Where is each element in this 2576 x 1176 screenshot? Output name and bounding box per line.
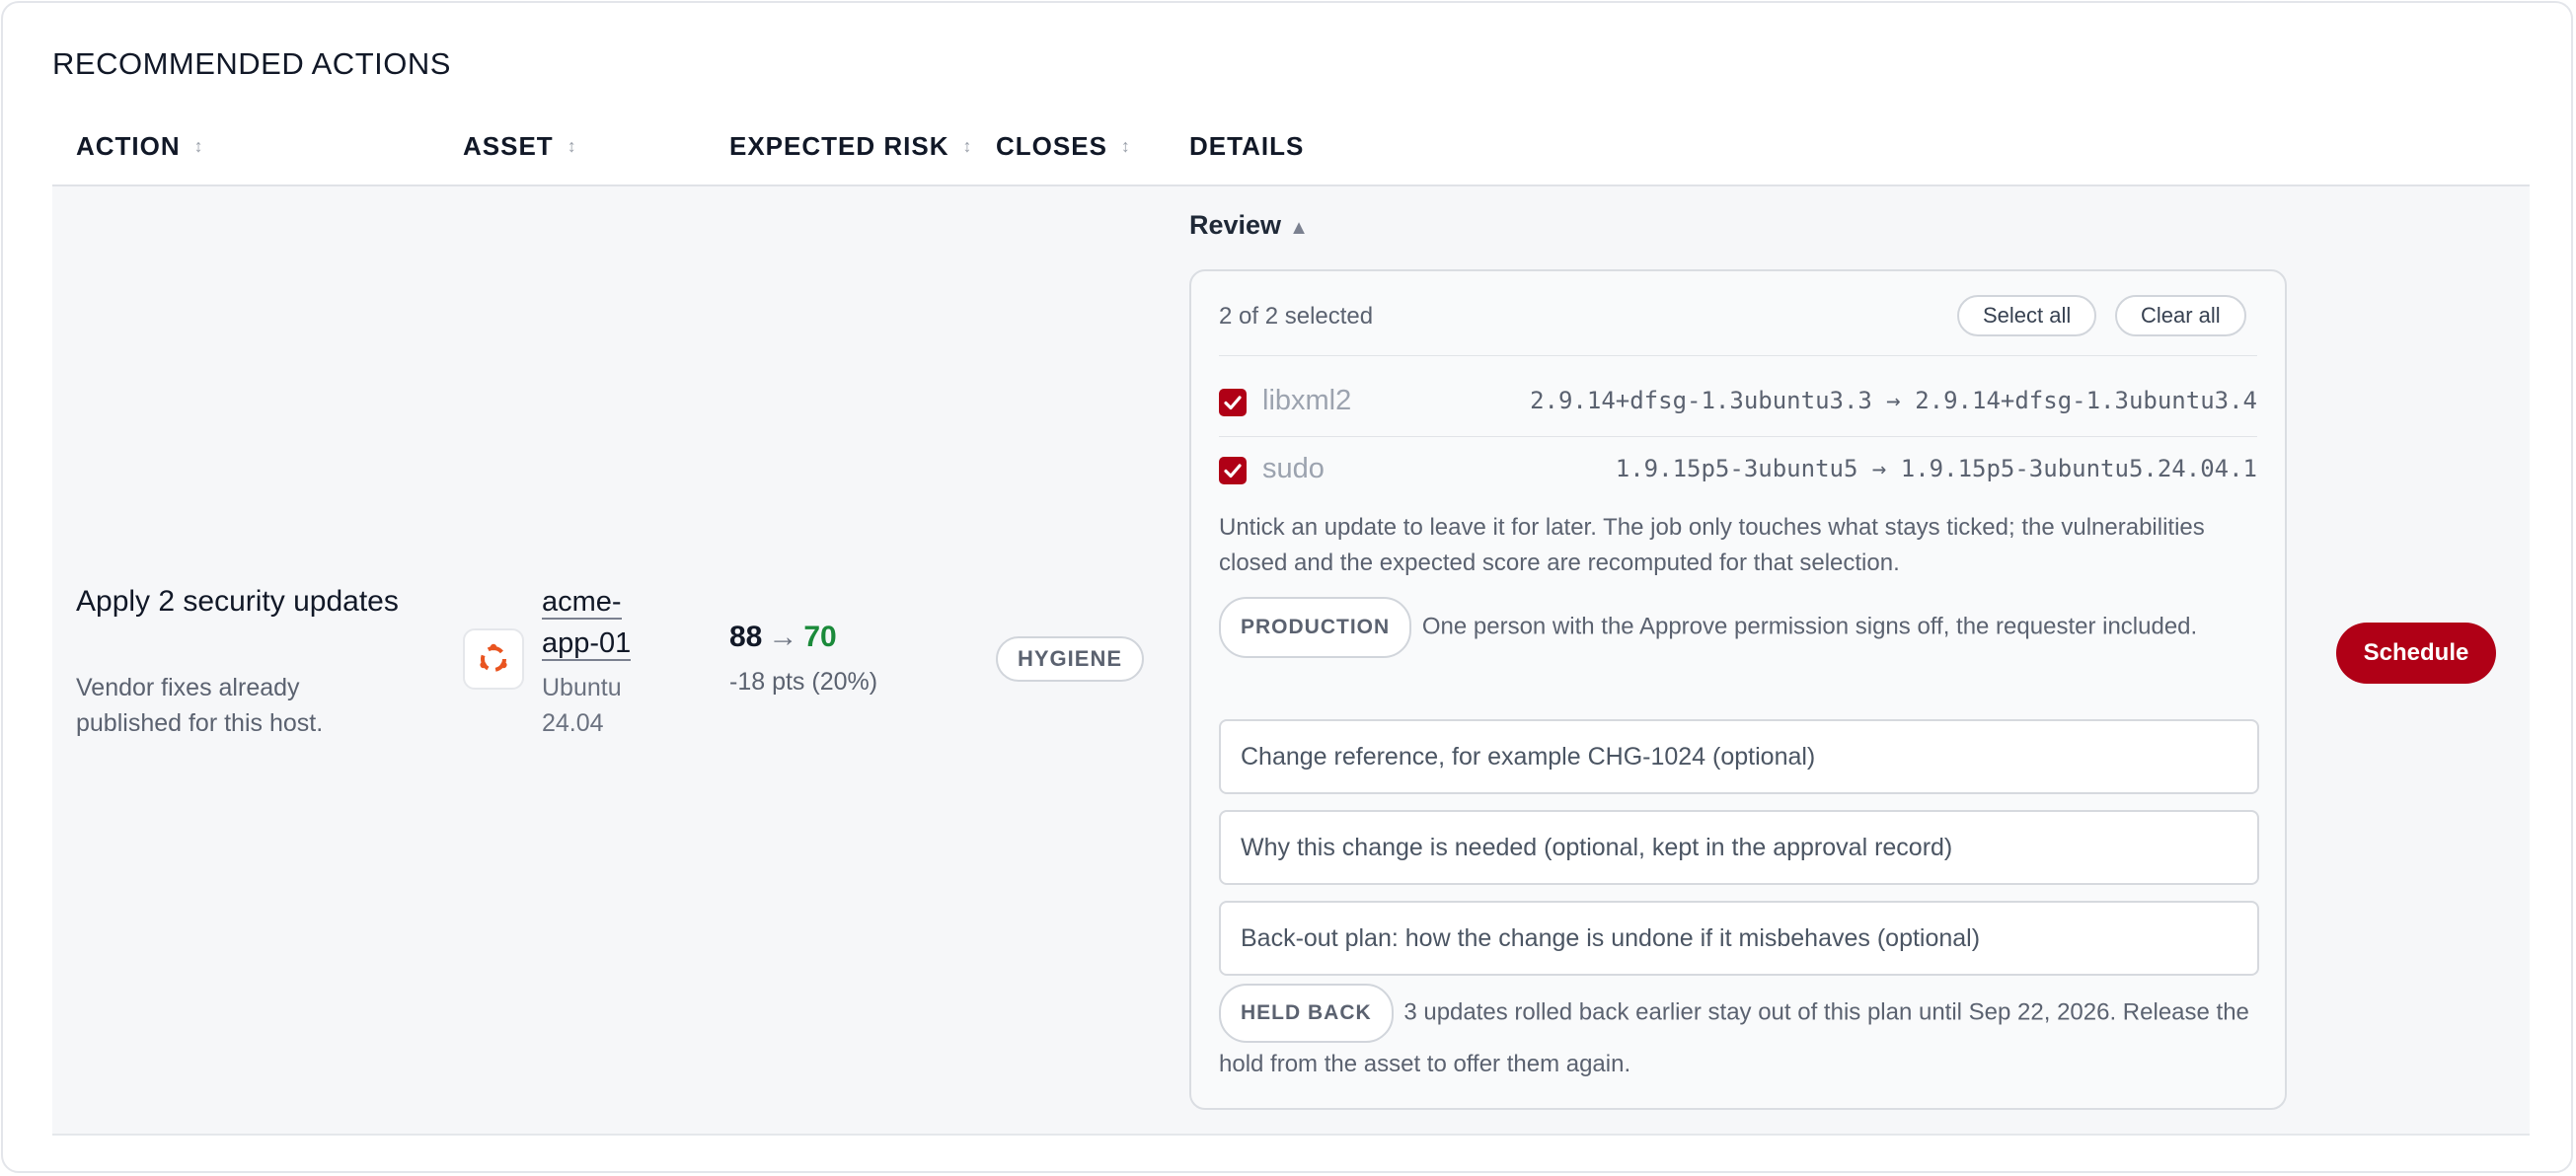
column-header-details: DETAILS bbox=[1189, 131, 1304, 162]
column-label: DETAILS bbox=[1189, 131, 1305, 161]
package-version: 2.9.14+dfsg-1.3ubuntu3.3 → 2.9.14+dfsg-1… bbox=[1530, 387, 2257, 414]
column-header-asset[interactable]: ASSET ↕ bbox=[463, 131, 577, 162]
select-all-button[interactable]: Select all bbox=[1957, 295, 2097, 336]
review-toggle[interactable]: Review ▲ bbox=[1189, 210, 1309, 241]
schedule-button[interactable]: Schedule bbox=[2336, 623, 2496, 684]
risk-from: 88 bbox=[729, 621, 763, 653]
column-label: ACTION bbox=[76, 131, 181, 161]
column-header-expected-risk[interactable]: EXPECTED RISK ↕ bbox=[729, 131, 973, 162]
package-version: 1.9.15p5-3ubuntu5 → 1.9.15p5-3ubuntu5.24… bbox=[1615, 455, 2257, 482]
package-name: libxml2 bbox=[1262, 385, 1352, 416]
column-header-action[interactable]: ACTION ↕ bbox=[76, 131, 204, 162]
asset-os: Ubuntu 24.04 bbox=[542, 674, 622, 737]
divider bbox=[1219, 355, 2257, 356]
package-row-sudo: sudo 1.9.15p5-3ubuntu5 → 1.9.15p5-3ubunt… bbox=[1219, 443, 2257, 498]
checkmark-icon bbox=[1224, 396, 1242, 410]
checkmark-icon bbox=[1224, 464, 1242, 478]
selection-count: 2 of 2 selected bbox=[1219, 303, 1374, 330]
package-checkbox[interactable] bbox=[1219, 457, 1247, 484]
action-title: Apply 2 security updates bbox=[76, 585, 399, 618]
risk-delta: -18 pts (20%) bbox=[729, 668, 878, 696]
column-header-closes[interactable]: CLOSES ↕ bbox=[996, 131, 1131, 162]
column-label: ASSET bbox=[463, 131, 554, 161]
recommended-actions-card: RECOMMENDED ACTIONS ACTION ↕ ASSET ↕ EXP… bbox=[1, 1, 2573, 1173]
review-panel: 2 of 2 selected Select all Clear all lib… bbox=[1189, 269, 2287, 1110]
review-label: Review bbox=[1189, 210, 1282, 240]
column-label: CLOSES bbox=[996, 131, 1107, 161]
section-title: RECOMMENDED ACTIONS bbox=[52, 46, 451, 81]
column-label: EXPECTED RISK bbox=[729, 131, 949, 161]
held-back-note: HELD BACK 3 updates rolled back earlier … bbox=[1219, 984, 2257, 1086]
closes-badge: HYGIENE bbox=[996, 636, 1145, 682]
triangle-up-icon: ▲ bbox=[1289, 217, 1309, 239]
approval-text: One person with the Approve permission s… bbox=[1421, 613, 2198, 640]
held-back-badge: HELD BACK bbox=[1219, 984, 1394, 1043]
clear-all-button[interactable]: Clear all bbox=[2115, 295, 2246, 336]
arrow-right-icon: → bbox=[768, 621, 798, 653]
ubuntu-logo-icon bbox=[463, 628, 524, 690]
change-reference-input[interactable] bbox=[1219, 719, 2259, 794]
sort-arrows-icon: ↕ bbox=[962, 136, 973, 156]
divider bbox=[1219, 436, 2257, 437]
package-checkbox[interactable] bbox=[1219, 389, 1247, 416]
backout-plan-input[interactable] bbox=[1219, 901, 2259, 976]
asset-link[interactable]: acme-app-01 bbox=[542, 581, 660, 664]
package-name: sudo bbox=[1262, 453, 1325, 484]
approval-note: PRODUCTION One person with the Approve p… bbox=[1219, 597, 2257, 658]
sort-arrows-icon: ↕ bbox=[1120, 136, 1131, 156]
change-reason-input[interactable] bbox=[1219, 810, 2259, 885]
environment-badge: PRODUCTION bbox=[1219, 597, 1412, 658]
expected-risk-score: 88 → 70 bbox=[729, 621, 837, 654]
table-row: Apply 2 security updates Vendor fixes al… bbox=[52, 186, 2530, 1136]
action-subtitle: Vendor fixes already published for this … bbox=[76, 674, 324, 737]
table-header: ACTION ↕ ASSET ↕ EXPECTED RISK ↕ CLOSES … bbox=[52, 119, 2530, 186]
sort-arrows-icon: ↕ bbox=[567, 136, 577, 156]
untick-note: Untick an update to leave it for later. … bbox=[1219, 514, 2205, 576]
package-row-libxml2: libxml2 2.9.14+dfsg-1.3ubuntu3.3 → 2.9.1… bbox=[1219, 375, 2257, 430]
risk-to: 70 bbox=[803, 621, 837, 653]
asset-name[interactable]: acme-app-01 bbox=[542, 586, 632, 661]
sort-arrows-icon: ↕ bbox=[193, 136, 204, 156]
